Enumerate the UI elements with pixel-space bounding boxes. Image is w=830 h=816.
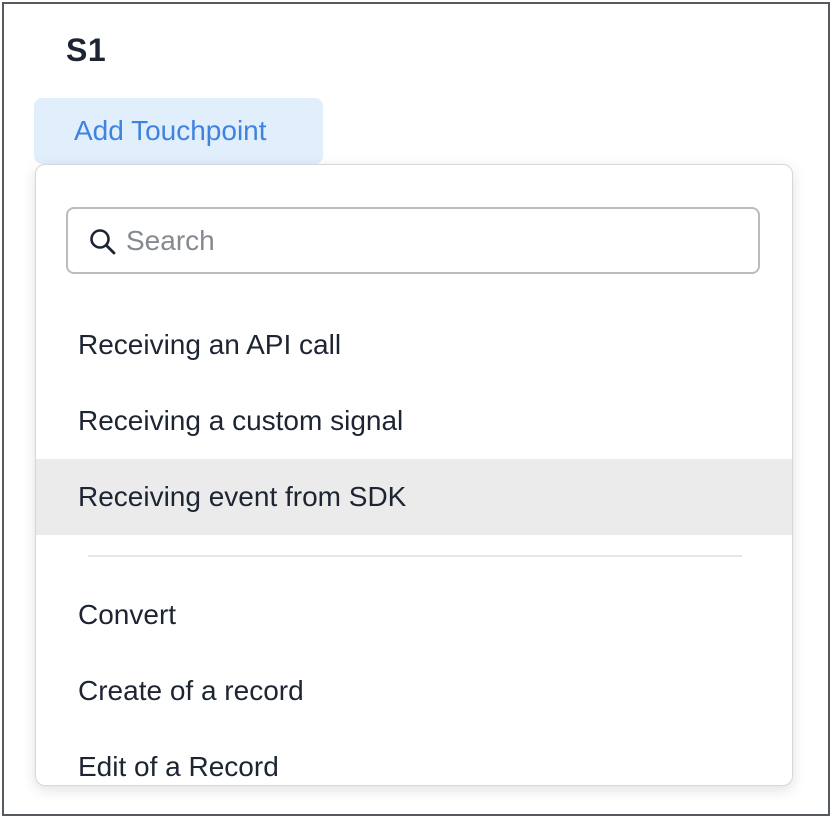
menu-item-receiving-event-from-sdk[interactable]: Receiving event from SDK (36, 459, 792, 535)
app-frame: S1 Add Touchpoint Receiving an API call … (2, 2, 830, 816)
search-icon (90, 229, 116, 255)
touchpoint-dropdown-menu: Receiving an API call Receiving a custom… (35, 164, 793, 786)
menu-divider (88, 555, 742, 557)
menu-item-edit-record[interactable]: Edit of a Record (36, 729, 792, 785)
search-box[interactable] (66, 207, 760, 274)
menu-item-create-record[interactable]: Create of a record (36, 653, 792, 729)
search-input[interactable] (126, 217, 736, 264)
add-touchpoint-button[interactable]: Add Touchpoint (34, 98, 323, 164)
section-title: S1 (66, 32, 107, 68)
menu-item-receiving-api-call[interactable]: Receiving an API call (36, 307, 792, 383)
menu-item-receiving-custom-signal[interactable]: Receiving a custom signal (36, 383, 792, 459)
menu-item-convert[interactable]: Convert (36, 577, 792, 653)
